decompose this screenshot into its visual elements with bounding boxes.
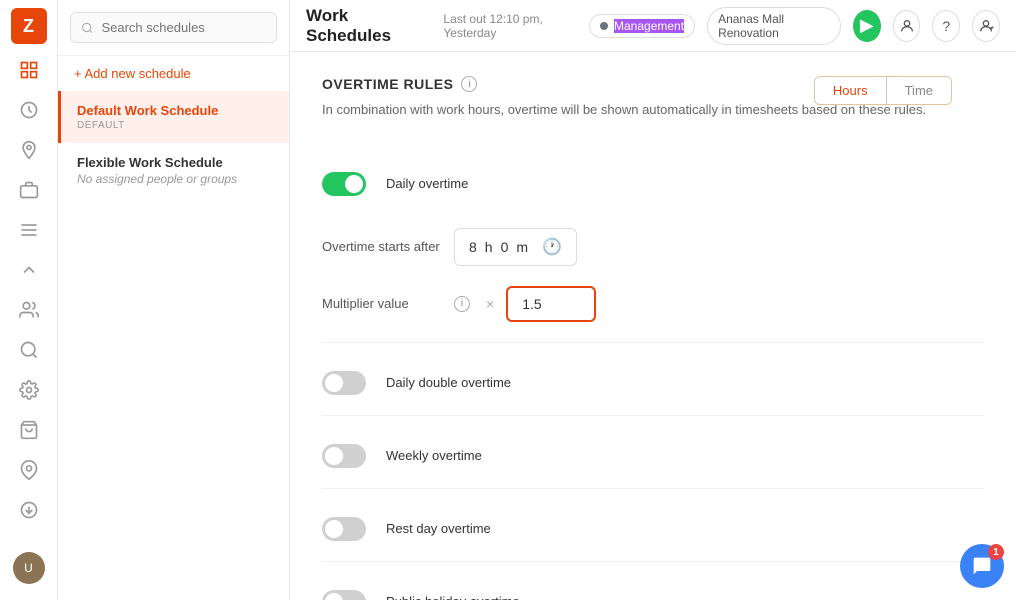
public-holiday-overtime-row: Public holiday overtime (322, 578, 984, 600)
clock-icon[interactable] (11, 92, 47, 128)
clock-icon: 🕐 (542, 237, 562, 257)
divider-3 (322, 488, 984, 489)
sidebar-item-sub-flexible: No assigned people or groups (77, 172, 273, 186)
pill-project-label: Ananas Mall Renovation (718, 12, 830, 40)
avatar[interactable]: U (13, 552, 45, 584)
overtime-starts-after-row: Overtime starts after 8 h 0 m 🕐 (322, 228, 984, 266)
section-title: OVERTIME RULES (322, 76, 453, 92)
multiplier-x-label: × (486, 296, 494, 312)
daily-overtime-toggle[interactable] (322, 172, 366, 196)
search-input[interactable] (101, 20, 266, 35)
overtime-hours-unit: h (485, 239, 493, 255)
header: Work Schedules Last out 12:10 pm, Yester… (290, 0, 1016, 52)
sidebar-item-default[interactable]: Default Work Schedule DEFAULT (58, 91, 289, 143)
multiplier-info-icon[interactable]: i (454, 296, 470, 312)
pin-icon[interactable] (11, 452, 47, 488)
grid-icon[interactable] (11, 52, 47, 88)
sidebar-item-badge-default: DEFAULT (77, 120, 273, 131)
chat-icon (972, 556, 992, 576)
sidebar-item-name-default: Default Work Schedule (77, 103, 273, 118)
overtime-starts-after-label: Overtime starts after (322, 239, 442, 254)
hours-time-toggle[interactable]: Hours Time (814, 76, 952, 105)
public-holiday-overtime-label: Public holiday overtime (386, 590, 520, 600)
search-box[interactable] (70, 12, 277, 43)
weekly-overtime-label: Weekly overtime (386, 444, 482, 468)
overtime-minutes-value: 0 (501, 239, 509, 255)
weekly-overtime-row: Weekly overtime (322, 432, 984, 480)
search-icon (81, 21, 93, 35)
daily-double-overtime-row: Daily double overtime (322, 359, 984, 407)
main-area: Work Schedules Last out 12:10 pm, Yester… (290, 0, 1016, 600)
location-icon[interactable] (11, 132, 47, 168)
header-pill-management[interactable]: Management (589, 14, 695, 38)
rest-day-overtime-label: Rest day overtime (386, 517, 491, 541)
bag-icon[interactable] (11, 412, 47, 448)
search-people-icon[interactable] (11, 332, 47, 368)
divider-1 (322, 342, 984, 343)
sidebar-item-flexible[interactable]: Flexible Work Schedule No assigned peopl… (58, 143, 289, 198)
content-area: OVERTIME RULES i In combination with wor… (290, 52, 1016, 600)
multiplier-input[interactable] (506, 286, 596, 322)
daily-overtime-label: Daily overtime (386, 172, 468, 196)
weekly-overtime-toggle[interactable] (322, 444, 366, 468)
header-last-out: Last out 12:10 pm, Yesterday (443, 12, 577, 40)
public-holiday-overtime-toggle[interactable] (322, 590, 366, 600)
admin-button[interactable] (972, 10, 1000, 42)
sidebar-search-area (58, 0, 289, 56)
section-info-icon[interactable]: i (461, 76, 477, 92)
header-pill-project[interactable]: Ananas Mall Renovation (707, 7, 841, 45)
pill-dot-icon (600, 22, 608, 30)
multiplier-label: Multiplier value (322, 296, 442, 311)
time-toggle-button[interactable]: Time (887, 77, 951, 104)
help-icon: ? (942, 18, 950, 34)
daily-overtime-row: Daily overtime (322, 160, 984, 208)
divider-2 (322, 415, 984, 416)
briefcase-icon[interactable] (11, 172, 47, 208)
help-button[interactable]: ? (932, 10, 960, 42)
user-button[interactable] (893, 10, 921, 42)
chat-bubble[interactable]: 1 (960, 544, 1004, 588)
sidebar-item-name-flexible: Flexible Work Schedule (77, 155, 273, 170)
rest-day-overtime-row: Rest day overtime (322, 505, 984, 553)
section-header-row: OVERTIME RULES i In combination with wor… (322, 76, 984, 140)
header-left: Work Schedules (306, 6, 419, 46)
chat-badge: 1 (988, 544, 1004, 560)
daily-double-overtime-label: Daily double overtime (386, 371, 511, 395)
play-button[interactable]: ▶ (853, 10, 881, 42)
app-logo[interactable]: Z (11, 8, 47, 44)
icon-bar: Z (0, 0, 58, 600)
add-schedule-button[interactable]: + Add new schedule (58, 56, 289, 91)
settings-icon[interactable] (11, 372, 47, 408)
list-icon[interactable] (11, 212, 47, 248)
page-title: Work Schedules (306, 6, 419, 46)
sidebar: + Add new schedule Default Work Schedule… (58, 0, 290, 600)
rest-day-overtime-toggle[interactable] (322, 517, 366, 541)
hours-toggle-button[interactable]: Hours (815, 77, 886, 104)
icon-bar-bottom: U (13, 552, 45, 592)
divider-4 (322, 561, 984, 562)
overtime-minutes-unit: m (516, 239, 528, 255)
overtime-time-field[interactable]: 8 h 0 m 🕐 (454, 228, 577, 266)
people-icon[interactable] (11, 292, 47, 328)
download-icon[interactable] (11, 492, 47, 528)
pill-management-label: Management (614, 19, 684, 33)
daily-double-overtime-toggle[interactable] (322, 371, 366, 395)
overtime-hours-value: 8 (469, 239, 477, 255)
multiplier-row: Multiplier value i × (322, 286, 984, 322)
chevron-up-icon[interactable] (11, 252, 47, 288)
icon-bar-top (11, 52, 47, 552)
